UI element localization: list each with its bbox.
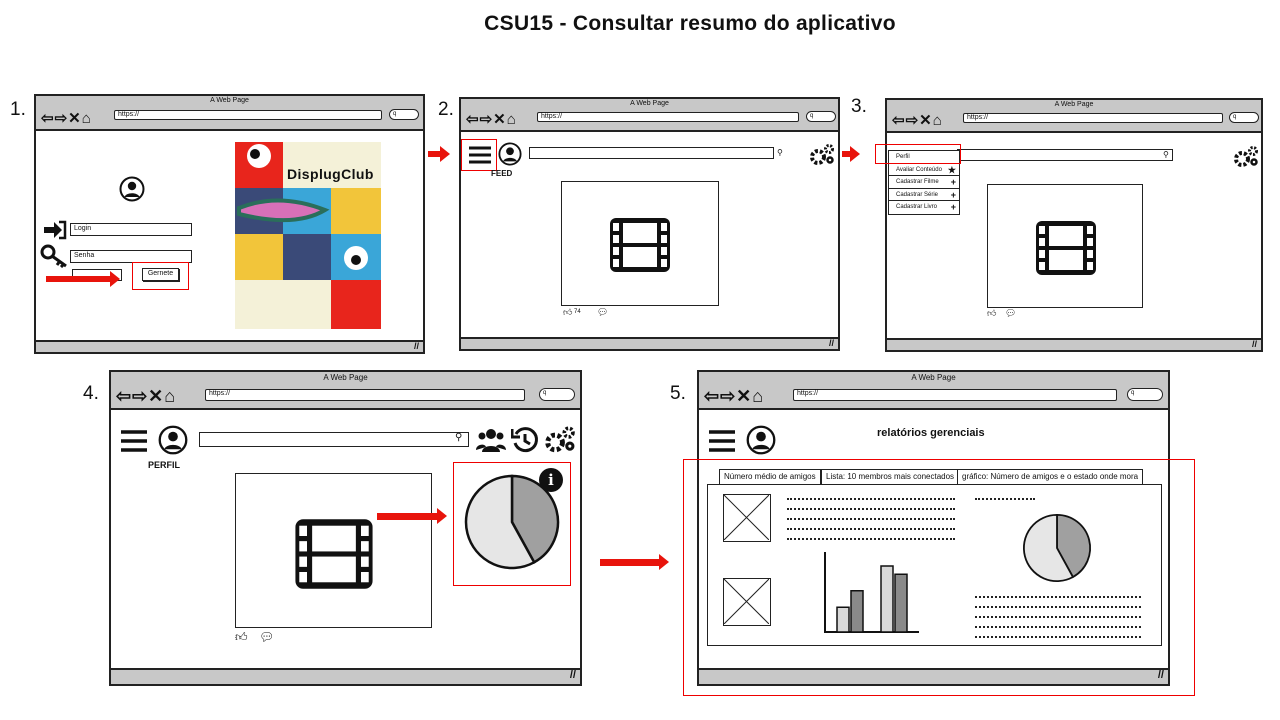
window-title: A Web Page: [210, 97, 249, 104]
nav-buttons[interactable]: ⇦⇨✕⌂: [892, 113, 943, 128]
window-title: A Web Page: [911, 373, 956, 382]
step-number-1: 1.: [10, 99, 26, 120]
browser-toolbar: A Web Page ⇦⇨✕⌂ https:// q: [887, 100, 1261, 133]
highlight-box: [683, 459, 1195, 696]
resize-handle[interactable]: //: [1252, 339, 1257, 349]
url-bar[interactable]: https://: [963, 113, 1223, 123]
status-bar: //: [461, 337, 838, 349]
gear-icon[interactable]: [544, 425, 576, 460]
search-input[interactable]: [529, 147, 774, 159]
browser-window-menu: A Web Page ⇦⇨✕⌂ https:// q ⚲ Perfil Aval…: [875, 98, 1263, 352]
logo-text: DisplugClub: [287, 166, 374, 182]
step-number-4: 4.: [83, 383, 99, 404]
browser-toolbar: A Web Page ⇦⇨✕⌂ https:// q: [699, 372, 1168, 410]
menu-item[interactable]: Cadastrar Série +: [889, 189, 959, 201]
search-icon[interactable]: ⚲: [1163, 150, 1169, 159]
flow-arrow-1-2: [428, 146, 450, 162]
page-title: CSU15 - Consultar resumo do aplicativo: [484, 12, 896, 35]
resize-handle[interactable]: //: [570, 669, 576, 681]
step-number-2: 2.: [438, 99, 454, 120]
browser-window-feed: A Web Page ⇦⇨✕⌂ https:// q FEED ⚲ 👍︎ 74 …: [459, 97, 840, 351]
browser-search[interactable]: q: [806, 111, 836, 122]
url-bar[interactable]: https://: [114, 110, 382, 120]
like-icon[interactable]: 👍︎: [235, 630, 248, 645]
likes-count: 74: [574, 309, 581, 315]
like-icon[interactable]: 👍︎: [563, 307, 572, 318]
status-bar: //: [887, 338, 1261, 350]
user-avatar-icon[interactable]: [498, 142, 522, 171]
menu-icon[interactable]: [709, 430, 735, 457]
highlight-box: [461, 139, 497, 171]
gear-icon[interactable]: [809, 143, 835, 172]
resize-handle[interactable]: //: [414, 341, 419, 351]
reports-heading: relatórios gerenciais: [877, 427, 985, 439]
red-arrow: [377, 508, 447, 524]
resize-handle[interactable]: //: [829, 338, 834, 348]
url-bar[interactable]: https://: [793, 389, 1117, 401]
login-field[interactable]: Login: [70, 223, 192, 236]
browser-search[interactable]: q: [539, 388, 575, 401]
menu-item[interactable]: Cadastrar Filme +: [889, 176, 959, 189]
like-icon[interactable]: 👍︎: [987, 308, 996, 319]
menu-item[interactable]: Cadastrar Livro +: [889, 201, 959, 214]
browser-search[interactable]: q: [1229, 112, 1259, 123]
browser-search[interactable]: q: [1127, 388, 1163, 401]
step-number-3: 3.: [851, 96, 867, 117]
feed-label: FEED: [491, 169, 513, 178]
login-icon: [42, 220, 68, 245]
friends-icon[interactable]: [476, 426, 506, 457]
gear-icon[interactable]: [1233, 145, 1259, 174]
window-title: A Web Page: [323, 373, 368, 382]
url-bar[interactable]: https://: [537, 112, 799, 122]
nav-buttons[interactable]: ⇦⇨✕⌂: [41, 111, 92, 126]
browser-window-login: A Web Page ⇦⇨✕⌂ https:// q Login Senha G…: [34, 94, 425, 354]
film-icon: [1035, 220, 1097, 281]
window-title: A Web Page: [630, 100, 669, 107]
user-avatar-icon[interactable]: [746, 425, 776, 460]
browser-search[interactable]: q: [389, 109, 419, 120]
menu-icon[interactable]: [121, 430, 147, 457]
film-icon: [294, 518, 374, 595]
search-icon[interactable]: ⚲: [455, 432, 462, 443]
film-icon: [609, 217, 671, 278]
window-title: A Web Page: [1054, 101, 1094, 108]
flow-arrow-2-3: [842, 146, 860, 162]
comment-icon[interactable]: 💬︎: [259, 630, 274, 644]
browser-window-profile: A Web Page ⇦⇨✕⌂ https:// q PERFIL ⚲ i 👍︎…: [109, 370, 582, 686]
status-bar: //: [36, 340, 423, 352]
search-icon[interactable]: ⚲: [777, 148, 783, 157]
history-icon[interactable]: [510, 426, 539, 459]
browser-toolbar: A Web Page ⇦⇨✕⌂ https:// q: [111, 372, 580, 410]
browser-toolbar: A Web Page ⇦⇨✕⌂ https:// q: [36, 96, 423, 131]
status-bar: //: [111, 668, 580, 684]
step-number-5: 5.: [670, 383, 686, 404]
nav-buttons[interactable]: ⇦⇨✕⌂: [704, 387, 764, 405]
highlight-box: [875, 144, 961, 164]
menu-item[interactable]: Avaliar Conteúdo ★: [889, 164, 959, 176]
browser-toolbar: A Web Page ⇦⇨✕⌂ https:// q: [461, 99, 838, 132]
profile-label: PERFIL: [148, 460, 181, 470]
search-input[interactable]: [957, 149, 1173, 161]
search-input[interactable]: [199, 432, 469, 447]
nav-buttons[interactable]: ⇦⇨✕⌂: [116, 387, 176, 405]
nav-buttons[interactable]: ⇦⇨✕⌂: [466, 112, 517, 127]
flow-arrow-4-5: [600, 554, 669, 570]
url-bar[interactable]: https://: [205, 389, 525, 401]
info-icon[interactable]: i: [539, 468, 563, 492]
comment-icon[interactable]: 💬︎: [1005, 308, 1016, 319]
user-avatar-icon[interactable]: [158, 425, 188, 460]
comment-icon[interactable]: 💬︎: [597, 307, 608, 318]
highlight-box: [132, 262, 189, 290]
user-avatar-icon: [119, 176, 145, 207]
red-arrow: [46, 271, 120, 287]
key-icon: [40, 244, 70, 273]
